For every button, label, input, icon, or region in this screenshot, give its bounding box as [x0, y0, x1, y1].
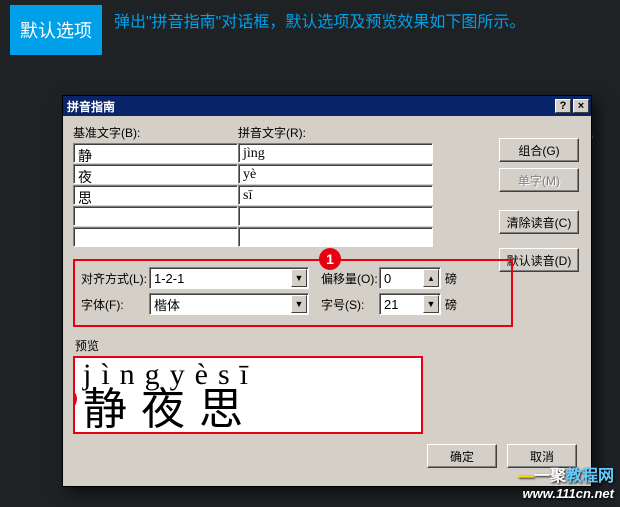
chevron-down-icon[interactable]: ▼ — [423, 295, 439, 313]
font-value: 楷体 — [154, 295, 180, 314]
base-cell[interactable]: 夜 — [73, 164, 238, 184]
align-label: 对齐方式(L): — [81, 270, 149, 287]
pinyin-guide-dialog: 拼音指南 ? × 基准文字(B): 拼音文字(R): 静 jìng 夜 yè 思… — [62, 95, 592, 487]
offset-unit: 磅 — [445, 270, 457, 287]
brand-url: www.111cn.net — [518, 486, 614, 501]
callout-marker-2: 2 — [73, 388, 77, 410]
settings-highlight-box: 1 对齐方式(L): 1-2-1 ▼ 偏移量(O): 0 ▴ 磅 字体(F): … — [73, 259, 513, 327]
align-value: 1-2-1 — [154, 271, 184, 286]
brand-watermark: —一聚教程网 www.111cn.net — [518, 462, 614, 501]
offset-value: 0 — [384, 271, 391, 286]
pinyin-cell[interactable]: jìng — [238, 143, 433, 163]
preview-hanzi: 静夜思 — [83, 388, 413, 432]
preview-box: 2 jìngyèsī 静夜思 — [73, 356, 423, 434]
base-cell[interactable]: 静 — [73, 143, 238, 163]
offset-spinner[interactable]: 0 ▴ — [379, 267, 441, 289]
instruction-banner: 默认选项 弹出"拼音指南"对话框，默认选项及预览效果如下图所示。 — [0, 0, 620, 55]
callout-marker-1: 1 — [319, 248, 341, 270]
size-label: 字号(S): — [321, 296, 379, 313]
clear-reading-button[interactable]: 清除读音(C) — [499, 210, 579, 234]
spinner-icon[interactable]: ▴ — [423, 269, 439, 287]
ok-button[interactable]: 确定 — [427, 444, 497, 468]
combine-button[interactable]: 组合(G) — [499, 138, 579, 162]
base-text-label: 基准文字(B): — [73, 124, 238, 141]
close-icon[interactable]: × — [573, 99, 589, 113]
align-select[interactable]: 1-2-1 ▼ — [149, 267, 309, 289]
chevron-down-icon[interactable]: ▼ — [291, 295, 307, 313]
single-char-button: 单字(M) — [499, 168, 579, 192]
pinyin-cell[interactable]: sī — [238, 185, 433, 205]
offset-label: 偏移量(O): — [321, 270, 379, 287]
font-label: 字体(F): — [81, 296, 149, 313]
size-value: 21 — [384, 297, 398, 312]
base-cell[interactable]: 思 — [73, 185, 238, 205]
dialog-titlebar: 拼音指南 ? × — [63, 96, 591, 116]
pinyin-cell[interactable]: yè — [238, 164, 433, 184]
base-cell[interactable] — [73, 206, 238, 226]
help-icon[interactable]: ? — [555, 99, 571, 113]
banner-text: 弹出"拼音指南"对话框，默认选项及预览效果如下图所示。 — [114, 5, 525, 35]
pinyin-cell[interactable] — [238, 227, 433, 247]
pinyin-cell[interactable] — [238, 206, 433, 226]
chevron-down-icon[interactable]: ▼ — [291, 269, 307, 287]
base-cell[interactable] — [73, 227, 238, 247]
size-unit: 磅 — [445, 296, 457, 313]
font-select[interactable]: 楷体 ▼ — [149, 293, 309, 315]
size-select[interactable]: 21 ▼ — [379, 293, 441, 315]
preview-label: 预览 — [75, 337, 581, 354]
dialog-title: 拼音指南 — [67, 98, 115, 115]
brand-logo: —一聚教程网 — [518, 462, 614, 486]
banner-badge: 默认选项 — [10, 5, 102, 55]
